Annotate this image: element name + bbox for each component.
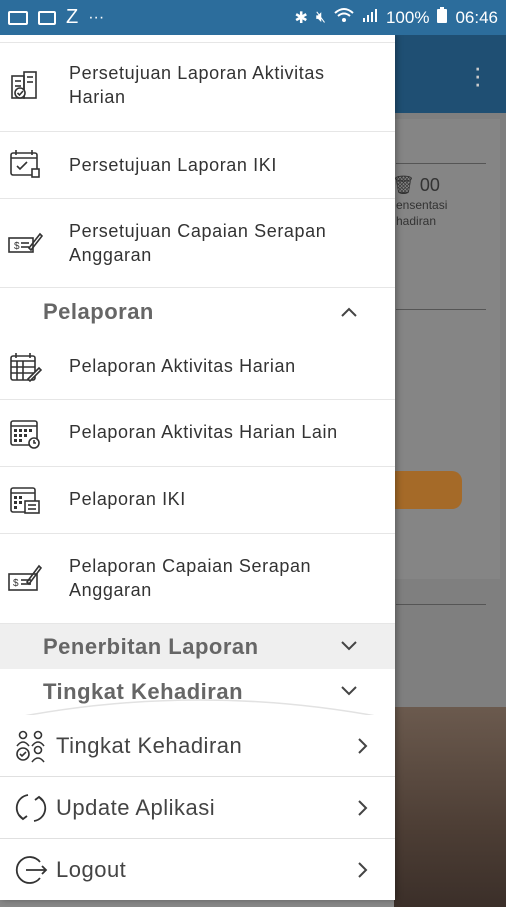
bottom-item-update-aplikasi[interactable]: Update Aplikasi xyxy=(0,777,395,839)
presensi-number: 🗑︎ 00 xyxy=(392,175,440,195)
bottom-item-label: Update Aplikasi xyxy=(56,794,216,820)
menu-item-label: Pelaporan Capaian Serapan Anggaran xyxy=(69,556,312,600)
menu-item-label: Pelaporan IKI xyxy=(69,489,186,509)
gallery-icon xyxy=(38,10,56,25)
divider xyxy=(396,309,486,310)
keyboard-icon xyxy=(8,10,28,25)
menu-item-pelaporan-serapan[interactable]: $ Pelaporan Capaian Serapan Anggaran xyxy=(0,534,395,624)
app-photo xyxy=(394,707,506,907)
chevron-right-icon xyxy=(352,797,374,819)
divider xyxy=(396,604,486,605)
bottom-item-label: Tingkat Kehadiran xyxy=(56,732,243,758)
section-title: Pelaporan xyxy=(43,299,154,324)
status-bar: Z ··· ✱ 🔇︎ 100% 06:46 xyxy=(0,0,506,35)
svg-text:$: $ xyxy=(14,241,20,252)
chevron-down-icon xyxy=(338,635,360,657)
section-header-penerbitan[interactable]: Penerbitan Laporan xyxy=(0,624,395,669)
signal-icon xyxy=(362,7,378,28)
refresh-icon xyxy=(12,789,50,827)
presensi-label: ensentasi hadiran xyxy=(396,198,448,228)
people-check-icon xyxy=(12,727,50,765)
z-app-icon: Z xyxy=(66,6,79,28)
logout-icon xyxy=(12,851,50,889)
battery-icon xyxy=(437,7,448,28)
chevron-up-icon xyxy=(338,301,360,323)
menu-item-pelaporan-aktivitas-lain[interactable]: Pelaporan Aktivitas Harian Lain xyxy=(0,400,395,467)
calendar-grid-icon xyxy=(6,414,44,452)
calendar-check-icon xyxy=(6,145,44,183)
navigation-drawer: Persetujuan Laporan Aktivitas Harian Per… xyxy=(0,35,395,900)
calendar-edit-icon xyxy=(6,348,44,386)
section-header-pelaporan[interactable]: Pelaporan xyxy=(0,289,395,335)
bottom-item-tingkat-kehadiran[interactable]: Tingkat Kehadiran xyxy=(0,715,395,777)
menu-item-persetujuan-serapan[interactable]: $ Persetujuan Capaian Serapan Anggaran xyxy=(0,199,395,288)
mute-icon: 🔇︎ xyxy=(315,8,326,26)
wifi-icon xyxy=(334,7,354,28)
battery-percent: 100% xyxy=(385,7,430,27)
menu-item-pelaporan-aktivitas[interactable]: Pelaporan Aktivitas Harian xyxy=(0,335,395,400)
menu-item-pelaporan-iki[interactable]: Pelaporan IKI xyxy=(0,467,395,534)
overflow-menu-icon[interactable]: · · · xyxy=(473,54,482,96)
money-pen-icon: $ xyxy=(6,560,44,598)
divider xyxy=(396,163,486,164)
calendar-list-icon xyxy=(6,481,44,519)
menu-item-label: Pelaporan Aktivitas Harian Lain xyxy=(69,422,338,442)
bottom-item-label: Logout xyxy=(56,857,127,882)
clock: 06:46 xyxy=(455,7,498,27)
drawer-top-edge xyxy=(0,35,395,43)
building-check-icon xyxy=(6,66,44,104)
chevron-right-icon xyxy=(352,859,374,881)
chevron-right-icon xyxy=(352,735,374,757)
money-sign-icon: $ xyxy=(6,224,44,262)
bottom-menu-panel: Tingkat Kehadiran Update Aplikasi Logout xyxy=(0,715,395,900)
bottom-item-logout[interactable]: Logout xyxy=(0,839,395,900)
more-dots-icon: ··· xyxy=(88,8,105,26)
trash-icon: 🗑︎ xyxy=(392,175,415,195)
section-title: Penerbitan Laporan xyxy=(43,634,259,659)
menu-item-persetujuan-iki[interactable]: Persetujuan Laporan IKI xyxy=(0,132,395,199)
menu-item-label: Pelaporan Aktivitas Harian xyxy=(69,356,296,376)
bluetooth-icon: ✱ xyxy=(294,9,308,27)
menu-item-persetujuan-aktivitas[interactable]: Persetujuan Laporan Aktivitas Harian xyxy=(0,43,395,132)
menu-item-label: Persetujuan Laporan IKI xyxy=(69,155,277,175)
menu-item-label: Persetujuan Laporan Aktivitas Harian xyxy=(69,63,325,107)
menu-item-label: Persetujuan Capaian Serapan Anggaran xyxy=(69,221,327,265)
svg-text:$: $ xyxy=(13,578,19,589)
